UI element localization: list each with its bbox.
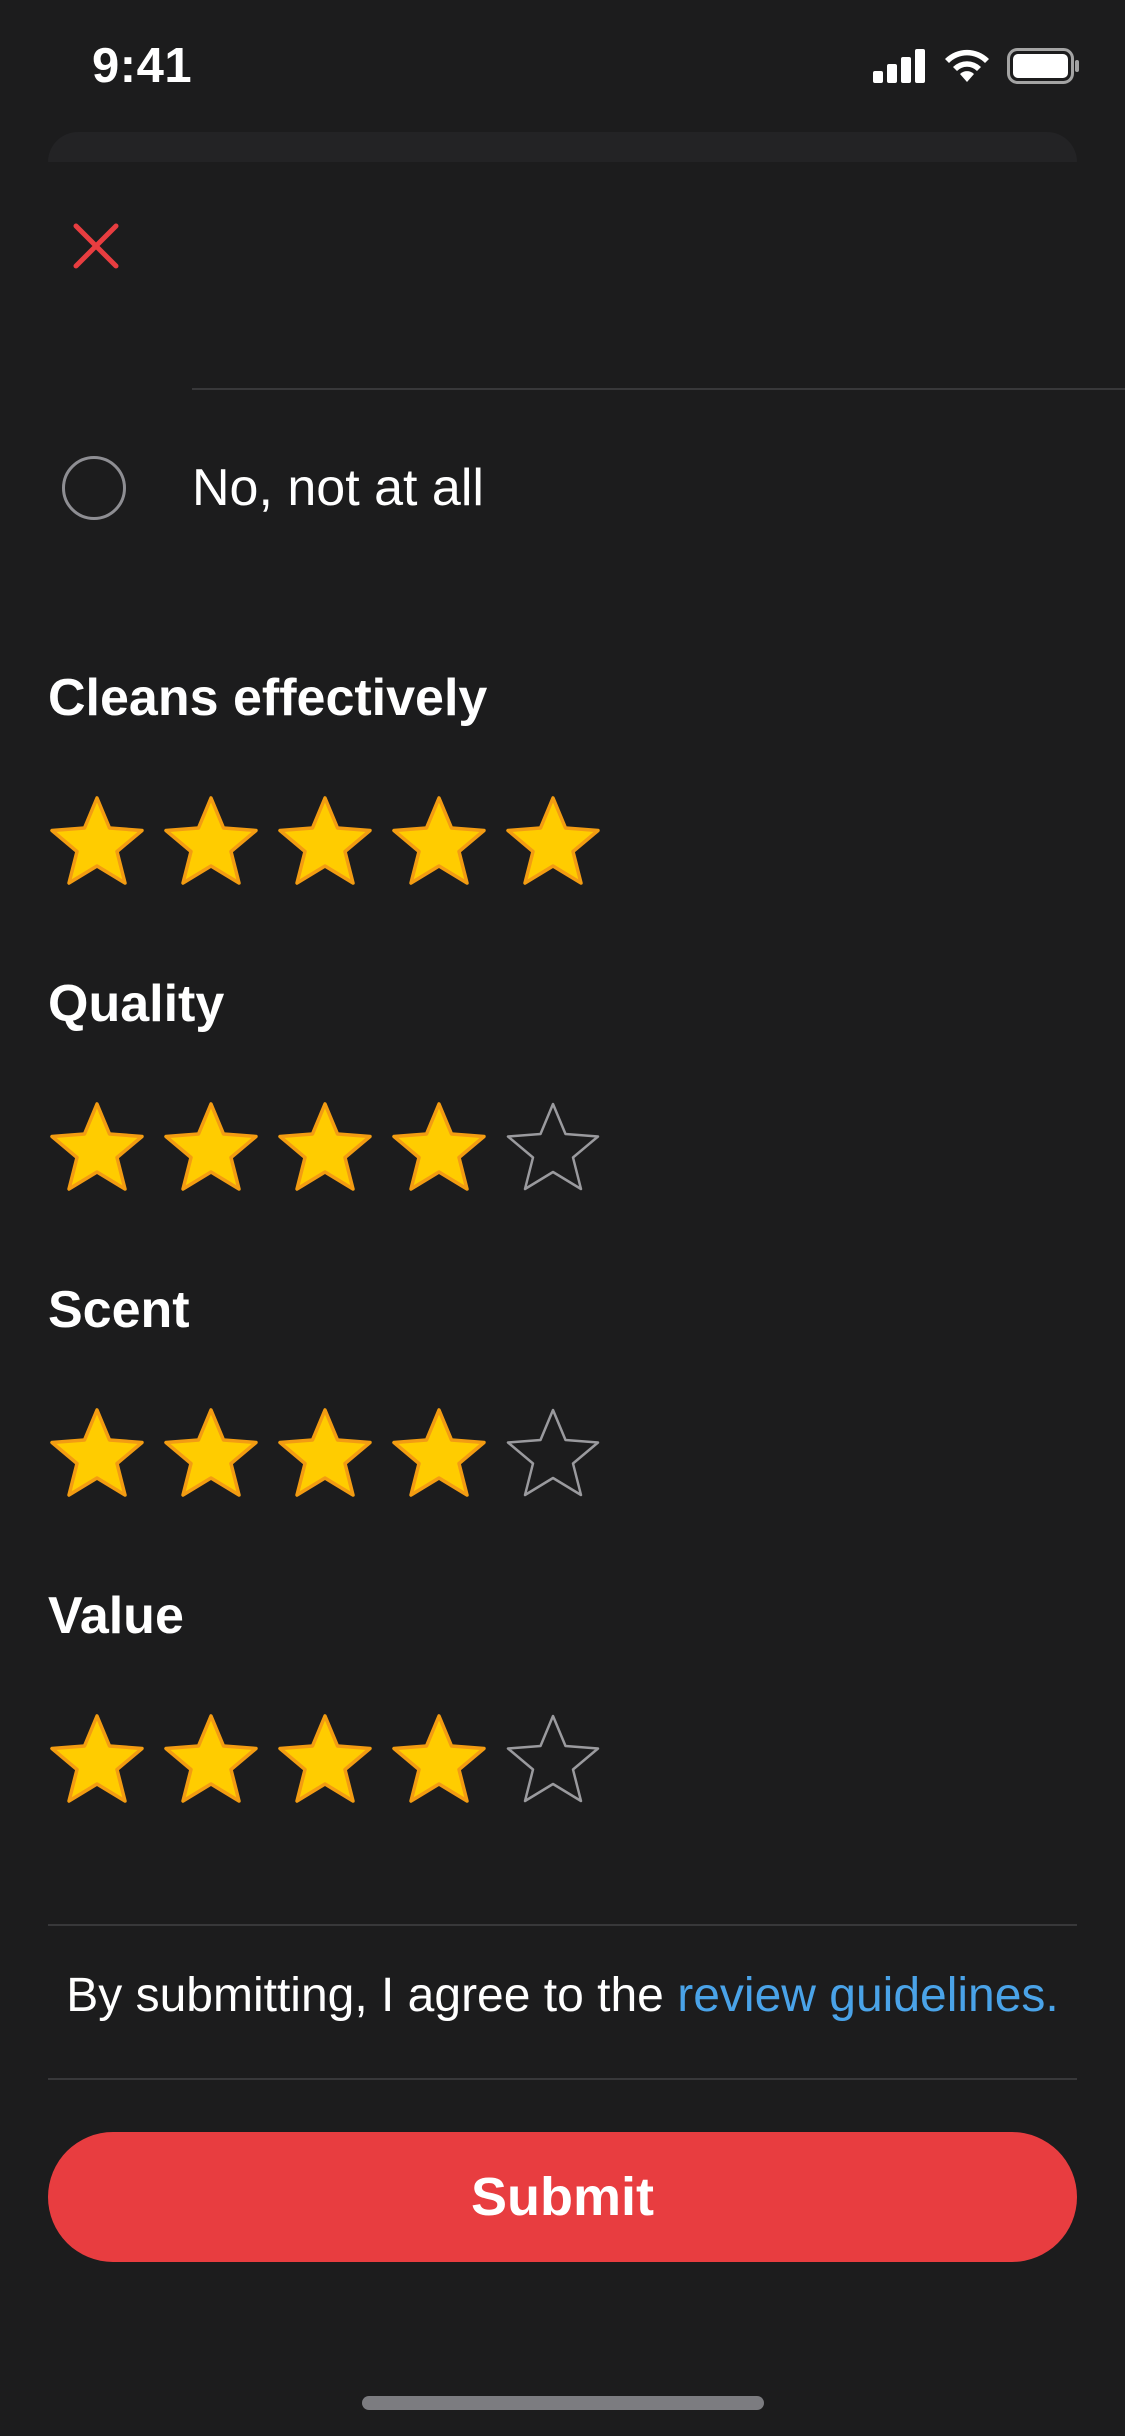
star-filled-icon[interactable]: [162, 1710, 260, 1808]
star-rating[interactable]: [48, 1710, 602, 1808]
star-filled-icon[interactable]: [162, 1404, 260, 1502]
home-indicator: [362, 2396, 764, 2410]
footer-divider-bottom: [48, 2078, 1077, 2080]
star-filled-icon[interactable]: [48, 792, 146, 890]
star-empty-icon[interactable]: [504, 1710, 602, 1808]
rating-group: Value: [48, 1587, 1077, 1803]
status-bar: 9:41: [0, 0, 1125, 132]
sheet-top-edge: [48, 132, 1077, 162]
star-filled-icon[interactable]: [276, 792, 374, 890]
status-icons: [873, 48, 1081, 84]
rating-group: Cleans effectively: [48, 669, 1077, 885]
star-filled-icon[interactable]: [390, 1710, 488, 1808]
star-filled-icon[interactable]: [162, 792, 260, 890]
star-filled-icon[interactable]: [48, 1710, 146, 1808]
rating-title: Value: [48, 1587, 184, 1645]
star-filled-icon[interactable]: [162, 1098, 260, 1196]
star-rating[interactable]: [48, 1404, 602, 1502]
agreement-prefix: By submitting, I agree to the: [66, 1969, 678, 2022]
review-screen: 9:41 No, not at all Cleans effectively Q…: [0, 0, 1125, 2436]
star-filled-icon[interactable]: [390, 1404, 488, 1502]
star-rating[interactable]: [48, 792, 602, 890]
star-filled-icon[interactable]: [276, 1098, 374, 1196]
rating-title: Cleans effectively: [48, 669, 488, 727]
radio-button[interactable]: [62, 455, 126, 520]
star-empty-icon[interactable]: [504, 1098, 602, 1196]
option-divider: [192, 388, 1125, 390]
rating-group: Scent: [48, 1281, 1077, 1497]
status-time: 9:41: [92, 39, 193, 93]
footer-divider-top: [48, 1924, 1077, 1926]
star-filled-icon[interactable]: [390, 792, 488, 890]
option-label: No, not at all: [192, 458, 484, 517]
star-filled-icon[interactable]: [276, 1710, 374, 1808]
option-no-not-at-all[interactable]: No, not at all: [48, 440, 1077, 535]
submit-button[interactable]: Submit: [48, 2132, 1077, 2262]
rating-group: Quality: [48, 975, 1077, 1191]
star-filled-icon[interactable]: [48, 1404, 146, 1502]
rating-title: Scent: [48, 1281, 190, 1339]
star-empty-icon[interactable]: [504, 1404, 602, 1502]
cellular-signal-icon: [873, 49, 925, 83]
agreement-text: By submitting, I agree to the review gui…: [0, 1968, 1125, 2023]
wifi-icon: [945, 49, 989, 82]
star-rating[interactable]: [48, 1098, 602, 1196]
star-filled-icon[interactable]: [276, 1404, 374, 1502]
battery-icon: [1007, 48, 1079, 84]
close-button[interactable]: [64, 214, 128, 278]
review-guidelines-link[interactable]: review guidelines.: [677, 1969, 1059, 2022]
star-filled-icon[interactable]: [390, 1098, 488, 1196]
star-filled-icon[interactable]: [48, 1098, 146, 1196]
star-filled-icon[interactable]: [504, 792, 602, 890]
close-icon: [73, 223, 119, 269]
rating-title: Quality: [48, 975, 225, 1033]
